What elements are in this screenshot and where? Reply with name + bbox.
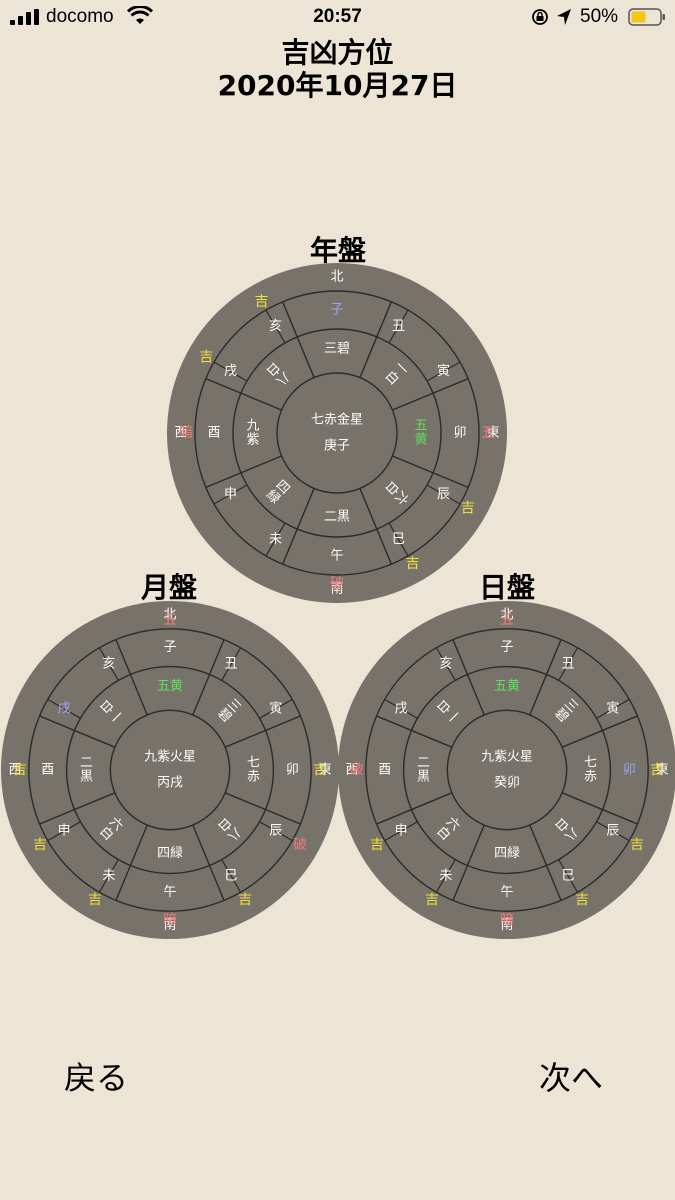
center-kanshi: 癸卯	[494, 775, 520, 790]
branch-0: 子	[164, 640, 177, 655]
branch-5: 巳	[562, 868, 575, 883]
mark-6: 破	[330, 576, 344, 592]
star-6-char: 黒	[80, 769, 93, 784]
star-2-char: 赤	[247, 769, 260, 784]
branch-4: 辰	[269, 824, 282, 839]
star-0: 五黄	[494, 679, 520, 694]
clock: 20:57	[313, 6, 362, 27]
star-6-char: 黒	[417, 769, 430, 784]
mark-0: 五	[163, 612, 177, 628]
status-bar: docomo 20:57 50%	[0, 0, 675, 34]
branch-7: 未	[102, 868, 115, 883]
battery-icon	[628, 8, 665, 26]
star-2: 七赤	[247, 756, 260, 785]
branch-4: 辰	[437, 487, 450, 502]
branch-9: 酉	[378, 763, 391, 778]
branch-8: 申	[224, 487, 237, 502]
star-0: 三碧	[324, 342, 350, 357]
branch-11: 亥	[439, 657, 452, 672]
location-arrow-icon	[557, 9, 571, 25]
star-4: 四緑	[157, 846, 183, 861]
branch-7: 未	[439, 868, 452, 883]
branch-3: 卯	[453, 426, 466, 441]
branch-0: 子	[330, 303, 343, 318]
branch-6: 午	[501, 885, 514, 900]
mark-9: 暗	[179, 425, 193, 441]
branch-10: 戌	[58, 701, 71, 716]
branch-3: 卯	[286, 763, 299, 778]
branch-6: 午	[330, 549, 343, 564]
mark-11: 吉	[255, 294, 269, 310]
title-line-2: 2020年10月27日	[217, 69, 458, 102]
branch-11: 亥	[269, 319, 282, 334]
star-6: 二黒	[80, 756, 93, 785]
center-star: 九紫火星	[144, 750, 196, 765]
mark-3: 吉	[650, 762, 664, 778]
center-kanshi: 丙戌	[157, 775, 183, 790]
mark-6: 暗	[500, 912, 514, 928]
back-button[interactable]: 戻る	[64, 1053, 128, 1099]
page-title: 吉凶方位 2020年10月27日	[0, 36, 675, 102]
branch-7: 未	[269, 532, 282, 547]
branch-9: 酉	[41, 763, 54, 778]
mark-7: 吉	[425, 892, 439, 908]
center-star: 七赤金星	[311, 412, 363, 428]
branch-2: 寅	[437, 363, 450, 379]
mark-4: 破	[293, 837, 307, 853]
day-board: 北東南西九紫火星癸卯五黄三碧七赤八白四緑六白二黒一白子丑寅卯辰巳午未申酉戌亥五吉…	[338, 601, 675, 939]
mark-9: 吉	[13, 762, 27, 778]
mark-10: 吉	[199, 350, 213, 366]
branch-8: 申	[58, 824, 71, 839]
star-6-char: 紫	[246, 432, 259, 447]
next-button[interactable]: 次へ	[539, 1053, 603, 1099]
mark-8: 吉	[33, 837, 47, 853]
rotation-lock-icon	[532, 9, 548, 25]
branch-11: 亥	[102, 657, 115, 672]
title-line-1: 吉凶方位	[281, 36, 394, 69]
branch-9: 酉	[207, 426, 220, 441]
star-2: 七赤	[584, 756, 597, 785]
branch-10: 戌	[395, 701, 408, 716]
mark-7: 吉	[88, 892, 102, 908]
branch-1: 丑	[225, 657, 238, 672]
mark-9: 破	[350, 762, 364, 778]
branch-5: 巳	[225, 868, 238, 883]
star-2-char: 黄	[414, 432, 427, 447]
mark-4: 吉	[630, 837, 644, 853]
mark-3: 五	[481, 425, 495, 441]
year-board: 北東南西七赤金星庚子三碧一白五黄六白二黒四緑九紫八白子丑寅卯辰巳午未申酉戌亥五吉…	[167, 263, 507, 603]
branch-2: 寅	[606, 700, 619, 716]
branch-0: 子	[501, 640, 514, 655]
mark-6: 暗	[163, 912, 177, 928]
star-4: 四緑	[494, 846, 520, 861]
star-0: 五黄	[157, 679, 183, 694]
branch-10: 戌	[224, 364, 237, 379]
star-2: 五黄	[414, 419, 427, 448]
center-kanshi: 庚子	[324, 438, 350, 454]
battery-percentage: 50%	[580, 6, 619, 27]
branch-1: 丑	[562, 657, 575, 672]
branch-1: 丑	[392, 319, 405, 334]
mark-3: 吉	[313, 762, 327, 778]
star-6: 二黒	[417, 756, 430, 785]
mark-5: 吉	[238, 892, 252, 908]
mark-4: 吉	[461, 501, 475, 517]
star-2-char: 赤	[584, 769, 597, 784]
center-star: 九紫火星	[481, 750, 533, 765]
branch-4: 辰	[606, 824, 619, 839]
mark-8: 吉	[370, 837, 384, 853]
star-4: 二黒	[324, 510, 350, 525]
mark-0: 五	[500, 612, 514, 628]
branch-8: 申	[395, 824, 408, 839]
direction-north: 北	[330, 270, 343, 285]
mark-5: 吉	[575, 892, 589, 908]
branch-5: 巳	[392, 532, 405, 547]
branch-6: 午	[164, 885, 177, 900]
star-6: 九紫	[246, 419, 259, 448]
branch-3: 卯	[623, 763, 636, 778]
branch-2: 寅	[269, 700, 282, 716]
month-board: 北東南西九紫火星丙戌五黄三碧七赤八白四緑六白二黒一白子丑寅卯辰巳午未申酉戌亥五吉…	[0, 600, 340, 940]
